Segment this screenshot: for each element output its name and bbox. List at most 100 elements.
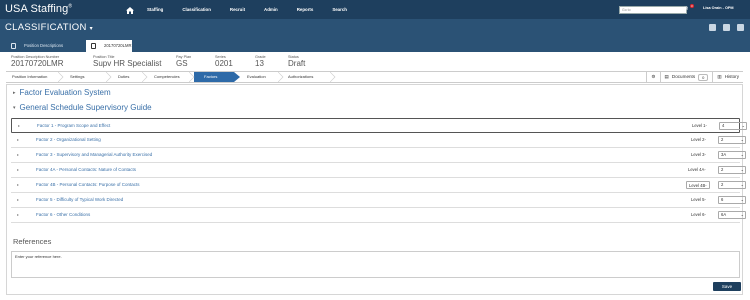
brand-logo[interactable]: USA Staffing® (5, 3, 72, 15)
factor-level-select[interactable]: 3A ⌄ (718, 151, 746, 159)
document-tabs: Position Descriptions 20170720LMR (0, 38, 750, 52)
pay-plan: GS (176, 59, 188, 68)
factor-row[interactable]: ▸ Factor 6 - Other Conditions Level 6- 6… (11, 208, 746, 223)
factor-level-select[interactable]: 2 ⌄ (718, 166, 746, 174)
section-factor-evaluation[interactable]: ▸ Factor Evaluation System (13, 88, 111, 97)
documents-count: 0 (698, 73, 709, 81)
grade: 13 (255, 59, 264, 68)
factor-name[interactable]: Factor 3 - Supervisory and Managerial Au… (36, 152, 152, 157)
pd-header: Position Description Number 20170720LMR P… (0, 52, 750, 71)
step-divider (58, 72, 64, 82)
caret-right-icon: ▸ (17, 137, 20, 142)
nav-staffing[interactable]: Staffing (147, 7, 163, 12)
settings-gear-icon[interactable]: ⚙ (646, 72, 659, 82)
factor-level-label: Level 3- (691, 152, 706, 157)
mail-badge: 3 (690, 4, 694, 8)
caret-right-icon: ▸ (13, 89, 16, 96)
step-divider (142, 72, 148, 82)
factor-level-label: Level 4A- (688, 167, 706, 172)
factor-name[interactable]: Factor 4A - Personal Contacts: Nature of… (36, 167, 136, 172)
factor-row[interactable]: ▸ Factor 3 - Supervisory and Managerial … (11, 148, 746, 163)
tab-position-descriptions[interactable]: Position Descriptions (6, 40, 84, 52)
factor-level-select[interactable]: 4 ⌄ (719, 122, 747, 130)
folder-icon[interactable] (709, 24, 716, 31)
chevron-down-icon: ⌄ (740, 182, 744, 187)
user-menu[interactable]: Lisa Orain - OPM (703, 6, 734, 10)
factor-name[interactable]: Factor 2 - Organizational Setting (36, 137, 101, 142)
module-bar: CLASSIFICATION ▾ (0, 19, 750, 38)
factor-level-label: Level 6- (691, 212, 706, 217)
factor-level-select[interactable]: 6 ⌄ (718, 196, 746, 204)
step-arrow (234, 72, 240, 82)
step-position-information[interactable]: Position Information (6, 72, 58, 82)
factor-row[interactable]: ▸ Factor 4B - Personal Contacts: Purpose… (11, 178, 746, 193)
caret-right-icon: ▸ (18, 123, 21, 128)
step-authorizations[interactable]: Authorizations (282, 72, 334, 82)
factor-name[interactable]: Factor 4B - Personal Contacts: Purpose o… (36, 182, 140, 187)
factor-name[interactable]: Factor 5 - Difficulty of Typical Work Di… (36, 197, 123, 202)
step-divider (278, 72, 284, 82)
goto-input[interactable]: Go to (619, 6, 687, 14)
series: 0201 (215, 59, 233, 68)
factors-panel: ▸ Factor Evaluation System ▾ General Sched… (6, 84, 747, 295)
main-nav: Staffing Classification Recruit Admin Re… (126, 0, 366, 19)
references-heading: References (13, 237, 52, 246)
step-divider (189, 72, 195, 82)
tab-current-pd[interactable]: 20170720LMR (86, 40, 132, 52)
save-button[interactable]: Save (713, 282, 741, 291)
status: Draft (288, 59, 306, 68)
nav-classification[interactable]: Classification (182, 7, 211, 12)
history-button[interactable]: ▥ History (712, 72, 743, 82)
caret-right-icon: ▸ (17, 152, 20, 157)
home-icon[interactable] (126, 6, 134, 14)
chevron-down-icon: ⌄ (740, 167, 744, 172)
step-factors[interactable]: Factors (194, 72, 234, 82)
chevron-down-icon: ⌄ (740, 137, 744, 142)
factor-level-label: Level 2- (691, 137, 706, 142)
documents-button[interactable]: ▤ Documents 0 (659, 72, 713, 82)
chevron-down-icon: ⌄ (740, 197, 744, 202)
window-icon[interactable] (737, 24, 744, 31)
nav-reports[interactable]: Reports (297, 7, 314, 12)
document-icon (11, 43, 16, 49)
nav-admin[interactable]: Admin (264, 7, 278, 12)
factor-level-label: Level 4B- (686, 181, 710, 189)
chevron-down-icon: ⌄ (741, 123, 745, 128)
step-divider (330, 72, 336, 82)
caret-down-icon: ▾ (13, 104, 16, 111)
top-navbar: USA Staffing® Staffing Classification Re… (0, 0, 750, 19)
step-settings[interactable]: Settings (64, 72, 104, 82)
section-supervisory-guide[interactable]: ▾ General Schedule Supervisory Guide (13, 103, 152, 112)
factor-level-label: Level 5- (691, 197, 706, 202)
factor-name[interactable]: Factor 6 - Other Conditions (36, 212, 90, 217)
factor-row[interactable]: ▸ Factor 4A - Personal Contacts: Nature … (11, 163, 746, 178)
document-icon: ▤ (664, 74, 669, 79)
factor-level-label: Level 1- (692, 123, 707, 128)
nav-recruit[interactable]: Recruit (230, 7, 245, 12)
pd-number: 20170720LMR (11, 59, 64, 68)
chat-icon[interactable] (723, 24, 730, 31)
caret-right-icon: ▸ (17, 197, 20, 202)
step-divider (106, 72, 112, 82)
position-title: Supv HR Specialist (93, 59, 162, 68)
caret-right-icon: ▸ (17, 167, 20, 172)
chevron-down-icon: ▾ (89, 26, 93, 32)
module-title[interactable]: CLASSIFICATION ▾ (5, 22, 93, 33)
factor-level-select[interactable]: 2 ⌄ (718, 181, 746, 189)
nav-search[interactable]: Search (332, 7, 347, 12)
document-icon (91, 43, 96, 49)
factor-level-select[interactable]: 2 ⌄ (718, 136, 746, 144)
references-textarea[interactable]: Enter your reference here. (11, 251, 740, 278)
caret-right-icon: ▸ (17, 182, 20, 187)
chevron-down-icon: ⌄ (740, 152, 744, 157)
factor-row[interactable]: ▸ Factor 1 - Program Scope and Effect Le… (11, 118, 747, 133)
factor-row[interactable]: ▸ Factor 5 - Difficulty of Typical Work … (11, 193, 746, 208)
factor-level-select[interactable]: 6A ⌄ (718, 211, 746, 219)
factor-row[interactable]: ▸ Factor 2 - Organizational Setting Leve… (11, 133, 746, 148)
workflow-steps: Position Information Settings Duties Com… (6, 71, 743, 83)
mail-icon[interactable]: ✉ (684, 6, 688, 12)
chevron-down-icon: ⌄ (740, 212, 744, 217)
factor-name[interactable]: Factor 1 - Program Scope and Effect (37, 123, 110, 128)
print-icon: ▥ (717, 74, 722, 79)
caret-right-icon: ▸ (17, 212, 20, 217)
